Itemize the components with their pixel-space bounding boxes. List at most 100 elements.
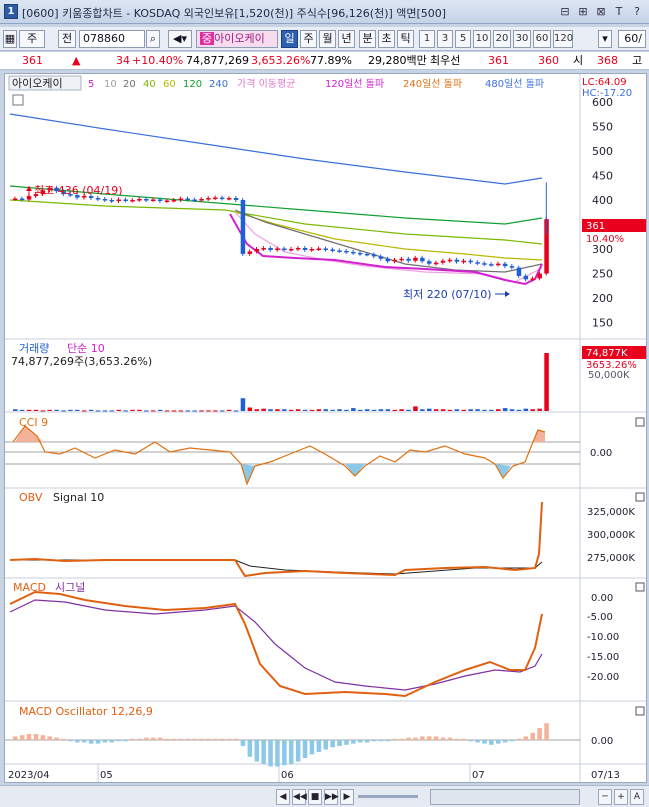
- obv-close-icon[interactable]: [635, 492, 645, 502]
- volume-bar: [247, 407, 253, 411]
- stock-name[interactable]: 중 아이오케이: [196, 30, 278, 48]
- volume-panel: 거래량 단순 10 74,877,269주(3,653.26%) 74,877K…: [11, 342, 646, 412]
- osc-bar: [40, 735, 46, 740]
- zoom-slider[interactable]: [358, 795, 418, 798]
- period-day[interactable]: 일: [281, 30, 298, 48]
- candle-body: [371, 254, 377, 257]
- osc-bar: [537, 728, 542, 740]
- price-value: 361: [22, 54, 43, 67]
- osc-bar: [509, 740, 515, 742]
- window-title: [0600] 키움종합차트 - KOSDAQ 외국인보유[1,520(천)] 주…: [22, 7, 447, 20]
- candle-body: [19, 198, 25, 201]
- chart-type-icon[interactable]: ▦: [3, 30, 17, 48]
- legend-break240: 240일선 돌파: [403, 78, 462, 90]
- volume-bar: [68, 409, 73, 411]
- volume-bar: [164, 410, 170, 412]
- cci-axis-zero: 0.00: [590, 448, 612, 459]
- settings-icon[interactable]: ▾: [598, 30, 612, 48]
- candle-body: [323, 248, 328, 251]
- period-month[interactable]: 월: [319, 30, 336, 48]
- zoom-out-button[interactable]: ─: [598, 789, 612, 805]
- up-arrow-icon: ▲: [72, 54, 81, 67]
- auto-button[interactable]: A: [630, 789, 644, 805]
- interval-60[interactable]: 60: [533, 30, 551, 48]
- candle-body: [502, 263, 508, 267]
- candle-body: [123, 199, 128, 202]
- volume-bar: [454, 409, 460, 411]
- close-window-icon[interactable]: ⊠: [593, 3, 609, 20]
- stop-button[interactable]: ■: [308, 789, 322, 805]
- price-axis-label: 200: [592, 292, 613, 305]
- osc-bar: [178, 738, 184, 740]
- candle-body: [206, 198, 211, 200]
- ratio-value: 77.89%: [310, 54, 352, 67]
- code-input[interactable]: 078860: [79, 30, 145, 48]
- osc-close-icon[interactable]: [635, 706, 645, 716]
- legend-toggle-icon[interactable]: [12, 94, 24, 106]
- chart-svg[interactable]: 아이오케이 5 10 20 40 60 120 240 가격 이동평균 120일…: [5, 74, 646, 782]
- volume-bar: [482, 409, 487, 411]
- period-minute[interactable]: 분: [359, 30, 376, 48]
- prev-button[interactable]: 전: [58, 30, 76, 48]
- macd-axis-0: 0.00: [591, 593, 613, 604]
- obv-title: OBV: [19, 491, 43, 504]
- osc-bar: [275, 740, 280, 767]
- legend-lc: LC:64.09: [582, 77, 627, 88]
- volume-bar: [213, 410, 218, 412]
- market-select[interactable]: 주: [19, 30, 45, 48]
- volume-bar: [502, 408, 508, 411]
- volume-bar: [95, 410, 101, 412]
- volume-bar: [371, 409, 377, 411]
- cci-close-icon[interactable]: [635, 417, 645, 427]
- osc-bar: [13, 736, 18, 740]
- macd-close-icon[interactable]: [635, 582, 645, 592]
- candle-body: [392, 259, 397, 262]
- period-week[interactable]: 주: [300, 30, 317, 48]
- period-tick[interactable]: 틱: [397, 30, 414, 48]
- osc-bar: [213, 738, 218, 740]
- scroll-back-button[interactable]: ◀◀: [292, 789, 307, 805]
- amount-value: 29,280백만: [368, 54, 427, 67]
- period-second[interactable]: 초: [378, 30, 395, 48]
- interval-20[interactable]: 20: [493, 30, 511, 48]
- scroll-forward-button[interactable]: ▶▶: [324, 789, 339, 805]
- candle-body: [440, 260, 446, 263]
- obv-panel: OBV Signal 10 325,000K 300,000K 275,000K: [9, 491, 645, 578]
- volume-bar: [289, 409, 294, 411]
- scroll-start-button[interactable]: ◀: [276, 789, 290, 805]
- volume-title: 거래량: [19, 342, 49, 355]
- osc-panel: MACD Oscillator 12,26,9 0.00: [5, 705, 645, 767]
- sound-icon[interactable]: ◀▾: [168, 30, 192, 48]
- scroll-end-button[interactable]: ▶: [340, 789, 354, 805]
- ma480-line: [9, 113, 543, 185]
- period-year[interactable]: 년: [338, 30, 355, 48]
- interval-3[interactable]: 3: [437, 30, 453, 48]
- zoom-in-button[interactable]: +: [614, 789, 628, 805]
- help-icon[interactable]: ?: [629, 3, 645, 20]
- interval-1[interactable]: 1: [419, 30, 435, 48]
- tool-strip[interactable]: [430, 789, 580, 805]
- interval-30[interactable]: 30: [513, 30, 531, 48]
- price-axis-label: 250: [592, 268, 613, 281]
- osc-bar: [330, 740, 335, 748]
- volume-bar: [447, 409, 453, 411]
- tile-icon[interactable]: ⊟: [557, 3, 573, 20]
- candle-body: [157, 199, 163, 202]
- osc-bar: [268, 740, 273, 767]
- low-annotation: 최저 220 (07/10): [403, 288, 510, 301]
- layout-icon[interactable]: ⊞: [575, 3, 591, 20]
- volume-bar: [530, 409, 535, 411]
- osc-bar: [413, 737, 418, 740]
- interval-10[interactable]: 10: [473, 30, 491, 48]
- font-icon[interactable]: T: [611, 3, 627, 20]
- osc-bar: [254, 740, 259, 762]
- low-note: 최저 220 (07/10): [403, 288, 492, 301]
- search-icon[interactable]: ⌕: [146, 30, 160, 48]
- interval-5[interactable]: 5: [455, 30, 471, 48]
- count-input[interactable]: 60/: [618, 30, 646, 48]
- volume-bar: [399, 409, 404, 411]
- candle-body: [489, 264, 494, 266]
- interval-120[interactable]: 120: [553, 30, 573, 48]
- volume-bar: [302, 409, 308, 411]
- chart-area[interactable]: 아이오케이 5 10 20 40 60 120 240 가격 이동평균 120일…: [4, 73, 647, 783]
